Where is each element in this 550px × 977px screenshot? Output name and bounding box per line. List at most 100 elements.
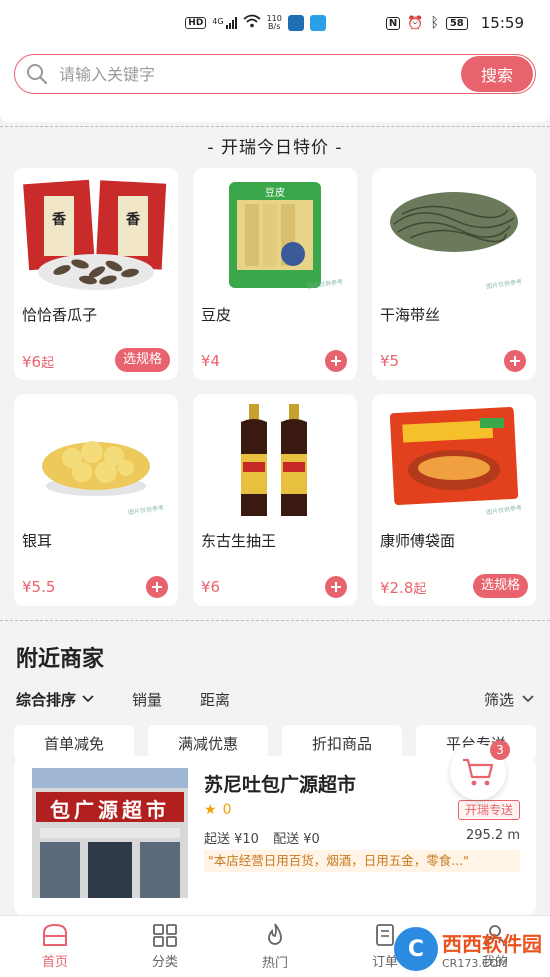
search-button[interactable]: 搜索 [461,56,533,92]
plus-icon [152,582,162,592]
search-icon [15,55,59,93]
special-product-grid: 香 香 恰恰香瓜子 ¥6起 选规格 豆皮 图片仅供参考 豆皮 ¥4 图片仅供参考… [0,166,550,606]
price-value: ¥2.8 [380,579,414,597]
search-box: 搜索 [14,54,536,94]
sort-sales[interactable]: 销量 [132,689,162,710]
battery-level: 58 [449,17,464,29]
tab-label: 首页 [41,955,68,970]
grid-icon [153,924,177,947]
cart-button[interactable]: 3 [450,740,510,800]
svg-text:香: 香 [51,211,67,228]
product-card[interactable]: 东古生抽王 ¥6 [193,394,357,606]
delivery-fee: 配送 ¥0 [273,832,320,847]
chevron-down-icon [522,695,534,703]
product-card[interactable]: 豆皮 图片仅供参考 豆皮 ¥4 [193,168,357,380]
battery-icon: 58 [445,16,468,30]
product-price: ¥5 [380,352,399,370]
alarm-icon: ⏰ [407,15,424,31]
product-name: 康师傅袋面 [380,532,456,550]
wifi-icon [243,14,261,32]
product-name: 干海带丝 [380,306,441,324]
weather-app-icon [287,15,304,31]
plus-icon [510,356,520,366]
store-name: 苏尼吐包广源超市 [204,774,357,796]
store-rating: ★ 0 [204,802,231,818]
price-value: ¥6 [22,353,42,371]
add-to-cart-button[interactable] [146,576,168,598]
filter-label: 筛选 [483,690,514,709]
product-card[interactable]: 图片仅供参考 康师傅袋面 ¥2.8起 选规格 [372,394,536,606]
add-to-cart-button[interactable] [325,576,347,598]
add-to-cart-button[interactable] [504,350,526,372]
cart-count-badge: 3 [490,740,510,760]
sort-distance[interactable]: 距离 [200,689,230,710]
chevron-down-icon [82,695,94,703]
product-image: 图片仅供参考 [380,400,528,520]
sort-comprehensive[interactable]: 综合排序 [16,689,94,710]
home-icon [43,923,67,946]
status-left: HD 4G 110 B/s [185,14,326,32]
product-price: ¥2.8起 [380,578,426,597]
search-input[interactable] [59,64,461,84]
store-description: "本店经营日用百货，烟酒，日用五金，零食..." [204,850,520,872]
min-order: 起送 ¥10 [204,832,259,847]
price-value: ¥4 [201,352,221,370]
tab-category[interactable]: 分类 [110,916,220,977]
order-icon [376,924,394,946]
store-delivery-info: 起送 ¥10 配送 ¥0 [204,828,330,847]
store-image: 包广源超市 [32,768,188,898]
network-speed: 110 B/s [267,15,282,31]
product-card[interactable]: 图片仅供参考 银耳 ¥5.5 [14,394,178,606]
tab-home[interactable]: 首页 [0,916,110,977]
tab-label: 热门 [261,956,288,971]
price-value: ¥5 [380,352,400,370]
product-price: ¥5.5 [22,578,55,596]
product-name: 东古生抽王 [201,532,277,550]
browser-app-icon [309,15,326,31]
hd-badge: HD [185,17,207,29]
watermark-url: CR173.COM [442,957,508,970]
price-value: ¥6 [201,578,221,596]
clock: 15:59 [480,14,524,32]
product-name: 豆皮 [201,306,232,324]
network-type: 4G [212,17,224,26]
status-right: N ⏰ ᛒ 58 15:59 [385,14,524,32]
rating-value: 0 [222,802,232,818]
store-distance: 295.2 m [465,828,520,843]
plus-icon [331,582,341,592]
filter-button[interactable]: 筛选 [484,689,534,710]
delivery-badge: 开瑞专送 [457,800,520,820]
product-image: 豆皮 图片仅供参考 [201,174,349,294]
status-bar: HD 4G 110 B/s N ⏰ ᛒ 58 15:59 [0,0,550,46]
product-price: ¥4 [201,352,220,370]
product-card[interactable]: 香 香 恰恰香瓜子 ¥6起 选规格 [14,168,178,380]
tab-label: 分类 [151,955,178,970]
watermark-name: 西西软件园 [442,932,542,956]
product-image: 香 香 [22,174,170,294]
select-spec-button[interactable]: 选规格 [114,348,170,372]
site-watermark: C 西西软件园 CR173.COM [394,927,542,971]
price-value: ¥5.5 [22,578,56,596]
price-suffix: 起 [413,582,427,597]
product-price: ¥6 [201,578,220,596]
product-card[interactable]: 图片仅供参考 干海带丝 ¥5 [372,168,536,380]
star-icon: ★ [204,802,217,818]
svg-text:香: 香 [125,211,141,228]
product-image: 图片仅供参考 [380,174,528,294]
sort-label: 综合排序 [16,690,77,709]
product-price: ¥6起 [22,352,54,371]
price-suffix: 起 [41,356,55,371]
header-bottom-edge [0,106,550,122]
site-logo-icon: C [394,927,438,971]
add-to-cart-button[interactable] [325,350,347,372]
special-title: - 开瑞今日特价 - [207,138,343,158]
speed-unit: B/s [268,22,281,31]
svg-text:豆皮: 豆皮 [265,186,285,199]
tab-hot[interactable]: 热门 [220,916,330,977]
select-spec-button[interactable]: 选规格 [472,574,528,598]
bluetooth-icon: ᛒ [430,15,439,31]
product-name: 恰恰香瓜子 [22,306,98,324]
bottom-tab-bar: 首页 分类 热门 订单 我的 C 西西软件园 CR173.COM [0,915,550,977]
signal-icon: 4G [212,17,237,29]
store-sign-text: 包广源超市 [50,798,170,822]
